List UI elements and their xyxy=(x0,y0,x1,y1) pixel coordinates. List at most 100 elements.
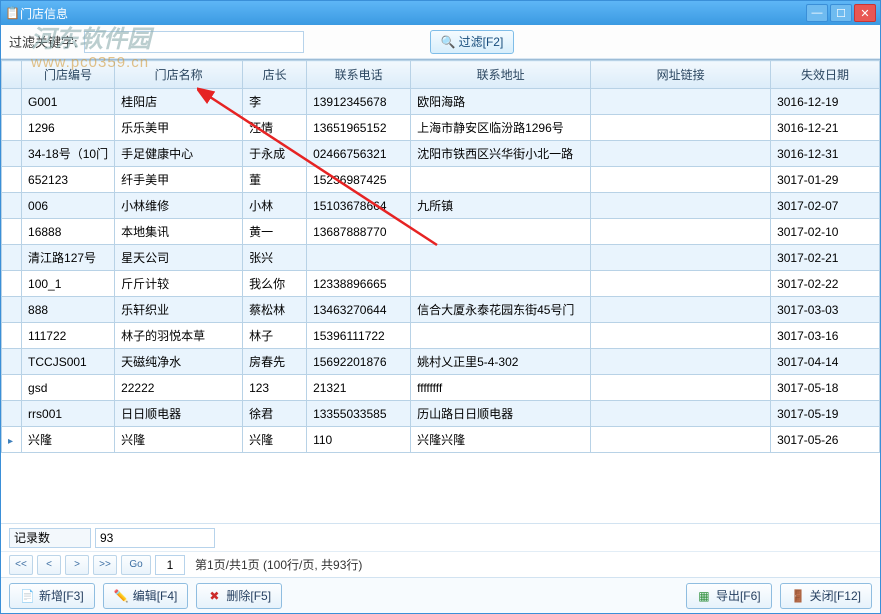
cell[interactable] xyxy=(591,89,771,115)
cell[interactable]: 1296 xyxy=(22,115,115,141)
cell[interactable]: 清江路127号 xyxy=(22,245,115,271)
cell[interactable]: 林子的羽悦本草 xyxy=(115,323,243,349)
cell[interactable] xyxy=(591,193,771,219)
cell[interactable]: 13651965152 xyxy=(307,115,411,141)
cell[interactable]: 兴隆兴隆 xyxy=(411,427,591,453)
cell[interactable] xyxy=(591,427,771,453)
cell[interactable]: 历山路日日顺电器 xyxy=(411,401,591,427)
cell[interactable]: 蔡松林 xyxy=(243,297,307,323)
cell[interactable]: 02466756321 xyxy=(307,141,411,167)
delete-button[interactable]: ✖ 删除[F5] xyxy=(196,583,282,609)
cell[interactable] xyxy=(2,245,22,271)
next-page-button[interactable]: > xyxy=(65,555,89,575)
cell[interactable]: 12338896665 xyxy=(307,271,411,297)
cell[interactable]: 于永成 xyxy=(243,141,307,167)
table-row[interactable]: 111722林子的羽悦本草林子153961117223017-03-16 xyxy=(2,323,880,349)
cell[interactable]: 手足健康中心 xyxy=(115,141,243,167)
cell[interactable]: 斤斤计较 xyxy=(115,271,243,297)
cell[interactable] xyxy=(2,141,22,167)
cell[interactable] xyxy=(2,375,22,401)
cell[interactable]: 3017-02-22 xyxy=(771,271,880,297)
cell[interactable] xyxy=(2,401,22,427)
table-row[interactable]: 652123纤手美甲董152369874253017-01-29 xyxy=(2,167,880,193)
cell[interactable]: 3016-12-31 xyxy=(771,141,880,167)
edit-button[interactable]: ✏️ 编辑[F4] xyxy=(103,583,189,609)
cell[interactable]: 3017-04-14 xyxy=(771,349,880,375)
cell[interactable]: 林子 xyxy=(243,323,307,349)
cell[interactable]: 15236987425 xyxy=(307,167,411,193)
cell[interactable]: 3017-05-18 xyxy=(771,375,880,401)
col-expiry[interactable]: 失效日期 xyxy=(771,61,880,89)
cell[interactable]: 张兴 xyxy=(243,245,307,271)
cell[interactable]: 13687888770 xyxy=(307,219,411,245)
cell[interactable]: 16888 xyxy=(22,219,115,245)
cell[interactable] xyxy=(2,349,22,375)
table-row[interactable]: 100_1斤斤计较我么你123388966653017-02-22 xyxy=(2,271,880,297)
table-row[interactable]: rrs001日日顺电器徐君13355033585历山路日日顺电器3017-05-… xyxy=(2,401,880,427)
cell[interactable]: 小林维修 xyxy=(115,193,243,219)
cell[interactable]: 3016-12-19 xyxy=(771,89,880,115)
cell[interactable]: 汪情 xyxy=(243,115,307,141)
table-row[interactable]: 888乐轩织业蔡松林13463270644信合大厦永泰花园东街45号门3017-… xyxy=(2,297,880,323)
cell[interactable]: 3017-02-07 xyxy=(771,193,880,219)
cell[interactable] xyxy=(591,349,771,375)
cell[interactable]: 3017-01-29 xyxy=(771,167,880,193)
cell[interactable]: 沈阳市铁西区兴华街小北一路 xyxy=(411,141,591,167)
cell[interactable] xyxy=(591,167,771,193)
first-page-button[interactable]: << xyxy=(9,555,33,575)
cell[interactable]: 上海市静安区临汾路1296号 xyxy=(411,115,591,141)
table-row[interactable]: 006小林维修小林15103678664九所镇3017-02-07 xyxy=(2,193,880,219)
cell[interactable]: 本地集讯 xyxy=(115,219,243,245)
cell[interactable]: 22222 xyxy=(115,375,243,401)
table-container[interactable]: 门店编号 门店名称 店长 联系电话 联系地址 网址链接 失效日期 G001桂阳店… xyxy=(1,59,880,523)
cell[interactable]: 13912345678 xyxy=(307,89,411,115)
cell[interactable]: 我么你 xyxy=(243,271,307,297)
cell[interactable] xyxy=(591,401,771,427)
cell[interactable] xyxy=(2,219,22,245)
cell[interactable] xyxy=(591,219,771,245)
table-row[interactable]: gsd2222212321321ffffffff3017-05-18 xyxy=(2,375,880,401)
cell[interactable] xyxy=(591,375,771,401)
cell[interactable] xyxy=(2,271,22,297)
close-window-button[interactable]: 🚪 关闭[F12] xyxy=(780,583,872,609)
cell[interactable]: 日日顺电器 xyxy=(115,401,243,427)
cell[interactable]: 3017-03-03 xyxy=(771,297,880,323)
col-url[interactable]: 网址链接 xyxy=(591,61,771,89)
cell[interactable]: 李 xyxy=(243,89,307,115)
cell[interactable]: 信合大厦永泰花园东街45号门 xyxy=(411,297,591,323)
col-manager[interactable]: 店长 xyxy=(243,61,307,89)
cell[interactable]: 兴隆 xyxy=(22,427,115,453)
col-code[interactable]: 门店编号 xyxy=(22,61,115,89)
cell[interactable] xyxy=(411,219,591,245)
cell[interactable]: 乐乐美甲 xyxy=(115,115,243,141)
cell[interactable]: ffffffff xyxy=(411,375,591,401)
cell[interactable] xyxy=(2,297,22,323)
cell[interactable]: 888 xyxy=(22,297,115,323)
cell[interactable]: 123 xyxy=(243,375,307,401)
cell[interactable] xyxy=(2,89,22,115)
cell[interactable]: 黄一 xyxy=(243,219,307,245)
cell[interactable] xyxy=(2,115,22,141)
cell[interactable]: 3017-05-19 xyxy=(771,401,880,427)
cell[interactable]: 15396111722 xyxy=(307,323,411,349)
cell[interactable] xyxy=(307,245,411,271)
cell[interactable]: 乐轩织业 xyxy=(115,297,243,323)
cell[interactable] xyxy=(2,323,22,349)
cell[interactable]: rrs001 xyxy=(22,401,115,427)
cell[interactable]: 652123 xyxy=(22,167,115,193)
cell[interactable] xyxy=(411,167,591,193)
close-button[interactable]: ✕ xyxy=(854,4,876,22)
cell[interactable]: 姚村乂正里5-4-302 xyxy=(411,349,591,375)
cell[interactable]: 110 xyxy=(307,427,411,453)
cell[interactable]: 21321 xyxy=(307,375,411,401)
cell[interactable]: 九所镇 xyxy=(411,193,591,219)
cell[interactable] xyxy=(591,115,771,141)
cell[interactable]: 星天公司 xyxy=(115,245,243,271)
col-marker[interactable] xyxy=(2,61,22,89)
cell[interactable] xyxy=(2,193,22,219)
filter-button[interactable]: 🔍 过滤[F2] xyxy=(430,30,515,54)
cell[interactable] xyxy=(591,141,771,167)
cell[interactable]: 纤手美甲 xyxy=(115,167,243,193)
cell[interactable]: 兴隆 xyxy=(115,427,243,453)
cell[interactable]: 天磁纯净水 xyxy=(115,349,243,375)
